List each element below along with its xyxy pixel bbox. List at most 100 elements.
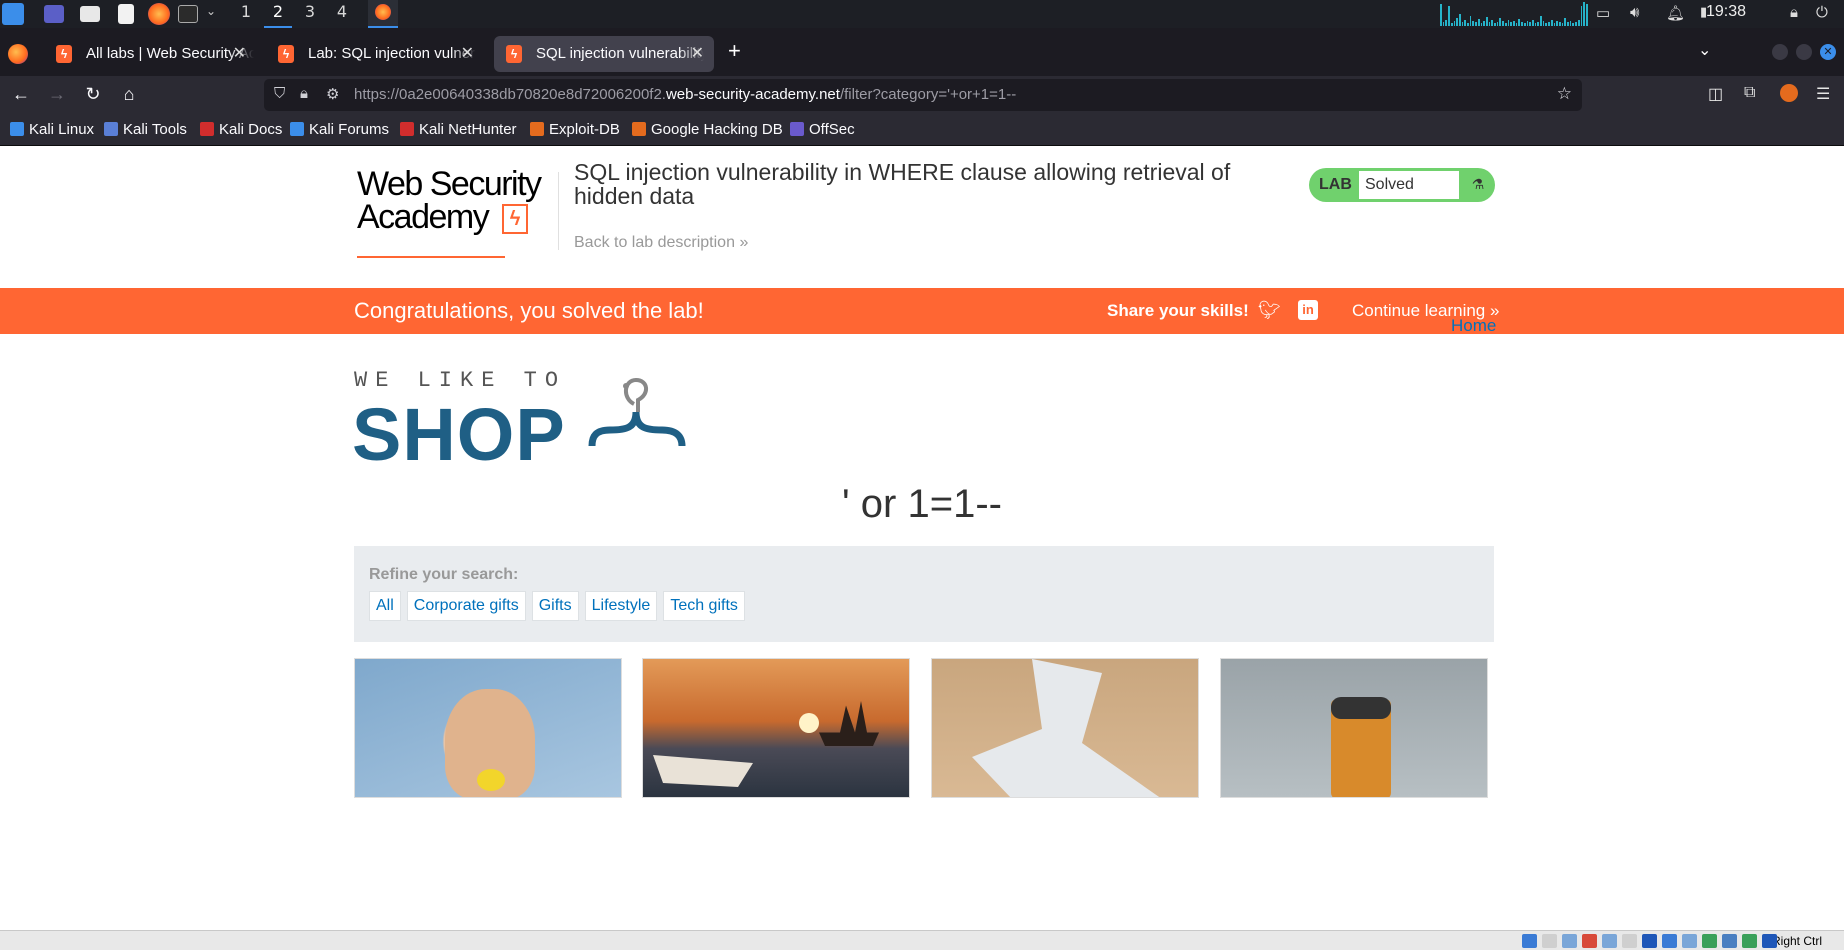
- back-to-lab-description-link[interactable]: Back to lab description »: [574, 234, 748, 252]
- video-capture-icon[interactable]: [1662, 934, 1677, 948]
- power-icon[interactable]: ⏻: [1816, 4, 1828, 21]
- product-image-1[interactable]: [354, 658, 622, 798]
- keyboard-icon[interactable]: [1722, 934, 1737, 948]
- cpu-bar: [1458, 14, 1461, 26]
- bookmark-exploit-db[interactable]: Exploit-DB: [530, 121, 620, 138]
- display-icon[interactable]: ▭: [1596, 4, 1610, 22]
- bookmark-kali-nethunter[interactable]: Kali NetHunter: [400, 121, 517, 138]
- display-icon[interactable]: [1642, 934, 1657, 948]
- url-path: /filter?category='+or+1=1--: [839, 86, 1017, 103]
- twitter-icon[interactable]: 🐦︎: [1258, 300, 1281, 321]
- web-security-academy-logo[interactable]: Web Security Academy ϟ: [357, 165, 557, 258]
- firefox-window-button[interactable]: [368, 0, 398, 28]
- cpu-bar: [1518, 19, 1521, 26]
- bookmark-kali-forums[interactable]: Kali Forums: [290, 121, 389, 138]
- hard-disk-icon[interactable]: [1522, 934, 1537, 948]
- chevron-down-icon[interactable]: ⌄: [206, 4, 216, 18]
- padlock-icon[interactable]: 🔒︎: [300, 85, 308, 102]
- filter-tech-gifts[interactable]: Tech gifts: [663, 591, 745, 621]
- logo-line-1: Web Security: [357, 165, 542, 203]
- cpu-bar: [1472, 21, 1475, 26]
- close-tab-icon[interactable]: ✕: [233, 36, 246, 72]
- terminal-icon[interactable]: [178, 5, 198, 23]
- bookmark-kali-docs[interactable]: Kali Docs: [200, 121, 282, 138]
- tab-all-labs[interactable]: ϟ All labs | Web Security Academy ✕: [44, 36, 256, 72]
- permissions-icon[interactable]: ⚙: [326, 85, 339, 103]
- audio-icon[interactable]: [1562, 934, 1577, 948]
- forward-arrow-icon[interactable]: →: [44, 84, 70, 105]
- lock-icon[interactable]: 🔒︎: [1790, 4, 1798, 21]
- cpu-bar: [1496, 22, 1499, 26]
- firefox-view-icon[interactable]: [8, 44, 28, 64]
- bookmark-kali-tools[interactable]: Kali Tools: [104, 121, 187, 138]
- lab-status-text: Solved: [1359, 171, 1459, 199]
- cpu-bar: [1445, 20, 1448, 26]
- mouse-integration-icon[interactable]: [1702, 934, 1717, 948]
- download-icon[interactable]: [1762, 934, 1777, 948]
- filter-lifestyle[interactable]: Lifestyle: [584, 591, 658, 621]
- list-all-tabs-chevron-icon[interactable]: ⌄: [1698, 40, 1711, 60]
- volume-icon[interactable]: 🔊︎: [1630, 4, 1639, 21]
- reload-icon[interactable]: ↻: [80, 84, 106, 105]
- new-tab-plus-icon[interactable]: +: [728, 38, 741, 64]
- home-link[interactable]: Home: [1451, 316, 1496, 336]
- network-icon[interactable]: [1582, 934, 1597, 948]
- back-arrow-icon[interactable]: ←: [8, 84, 34, 105]
- recording-icon[interactable]: [1742, 934, 1757, 948]
- account-avatar-icon[interactable]: [1780, 84, 1798, 102]
- workspace-2[interactable]: 2: [264, 0, 292, 28]
- cpu-bar: [1575, 22, 1577, 26]
- cpu-bar: [1491, 20, 1494, 26]
- tab-sql-injection-active[interactable]: ϟ SQL injection vulnerability ✕: [494, 36, 714, 72]
- product-image-4[interactable]: [1220, 658, 1488, 798]
- tab-lab-sql-injection[interactable]: ϟ Lab: SQL injection vulnerability ✕: [266, 36, 484, 72]
- home-icon[interactable]: ⌂: [116, 84, 142, 105]
- workspace-3[interactable]: 3: [296, 0, 324, 28]
- bookmark-star-icon[interactable]: ☆: [1557, 84, 1572, 104]
- cpu-bar: [1456, 18, 1458, 26]
- close-tab-icon[interactable]: ✕: [691, 36, 704, 72]
- browser-tab-strip: ϟ All labs | Web Security Academy ✕ ϟ La…: [0, 28, 1844, 76]
- shared-folders-icon[interactable]: [1622, 934, 1637, 948]
- workspace-4[interactable]: 4: [328, 0, 356, 28]
- extensions-icon[interactable]: ⧉: [1744, 84, 1755, 102]
- cpu-bar: [1529, 22, 1531, 26]
- maximize-window-button[interactable]: [1796, 44, 1812, 60]
- firefox-launcher-icon[interactable]: [148, 3, 170, 25]
- url-bar[interactable]: ⛉ 🔒︎ ⚙ https://0a2e00640338db70820e8d720…: [264, 79, 1582, 111]
- cpu-icon[interactable]: [1682, 934, 1697, 948]
- bookmark-favicon-icon: [530, 122, 544, 136]
- cpu-bar: [1572, 23, 1575, 26]
- bookmark-kali-linux[interactable]: Kali Linux: [10, 121, 94, 138]
- bookmark-offsec[interactable]: OffSec: [790, 121, 855, 138]
- shop-logo-tagline: WE LIKE TO: [354, 368, 567, 393]
- notification-bell-icon[interactable]: 🔔︎: [1666, 4, 1685, 22]
- filter-gifts[interactable]: Gifts: [531, 591, 579, 621]
- usb-icon[interactable]: [1602, 934, 1617, 948]
- linkedin-icon[interactable]: in: [1298, 300, 1318, 320]
- shield-icon[interactable]: ⛉: [274, 85, 285, 102]
- kali-menu-icon[interactable]: [2, 3, 24, 25]
- system-taskbar: ⌄ 1 2 3 4 ▭ 🔊︎ 🔔︎ ▮ 19:38 🔒︎ ⏻: [0, 0, 1844, 28]
- close-tab-icon[interactable]: ✕: [461, 36, 474, 72]
- optical-drive-icon[interactable]: [1542, 934, 1557, 948]
- bookmark-google-hacking-db[interactable]: Google Hacking DB: [632, 121, 783, 138]
- text-editor-icon[interactable]: [118, 4, 134, 24]
- product-image-3[interactable]: [931, 658, 1199, 798]
- clock[interactable]: 19:38: [1706, 3, 1746, 21]
- url-text[interactable]: https://0a2e00640338db70820e8d72006200f2…: [354, 86, 1016, 103]
- cpu-bar: [1545, 23, 1548, 26]
- workspace-1[interactable]: 1: [232, 0, 260, 28]
- host-key-label: Right Ctrl: [1772, 934, 1823, 948]
- file-manager-icon[interactable]: [80, 6, 100, 22]
- cpu-bar: [1453, 21, 1456, 26]
- desktop-icon[interactable]: [44, 5, 64, 23]
- close-window-button[interactable]: ✕: [1820, 44, 1836, 60]
- filter-all[interactable]: All: [369, 591, 401, 621]
- product-image-2[interactable]: [642, 658, 910, 798]
- hamburger-menu-icon[interactable]: ☰: [1816, 84, 1830, 104]
- pocket-icon[interactable]: ◫: [1708, 84, 1723, 104]
- filter-corporate-gifts[interactable]: Corporate gifts: [406, 591, 526, 621]
- minimize-window-button[interactable]: [1772, 44, 1788, 60]
- cpu-bar: [1507, 20, 1510, 26]
